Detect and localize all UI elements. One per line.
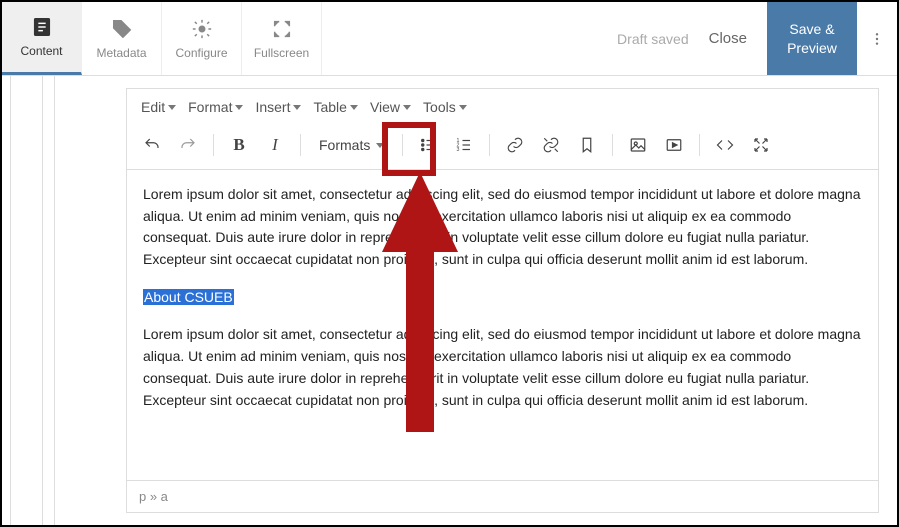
undo-icon [143, 136, 161, 154]
bold-button[interactable]: B [224, 131, 254, 159]
bullet-list-button[interactable] [413, 131, 443, 159]
caret-down-icon [293, 105, 301, 110]
image-button[interactable] [623, 131, 653, 159]
menu-format[interactable]: Format [184, 97, 247, 117]
gutter-line [54, 76, 55, 525]
tab-configure[interactable]: Configure [162, 2, 242, 75]
number-list-button[interactable]: 123 [449, 131, 479, 159]
editor-statusbar[interactable]: p » a [127, 480, 878, 512]
caret-down-icon [350, 105, 358, 110]
caret-down-icon [376, 143, 384, 148]
tab-content-label: Content [20, 44, 62, 58]
link-icon [506, 136, 524, 154]
save-preview-button[interactable]: Save & Preview [767, 2, 857, 75]
caret-down-icon [168, 105, 176, 110]
anchor-button[interactable] [572, 131, 602, 159]
gear-icon [191, 18, 213, 40]
separator [699, 134, 700, 156]
separator [489, 134, 490, 156]
top-toolbar: Content Metadata Configure Fullscreen Dr… [2, 2, 897, 76]
separator [402, 134, 403, 156]
unlink-icon [542, 136, 560, 154]
tab-content[interactable]: Content [2, 2, 82, 75]
editor-panel: Edit Format Insert Table View Tools B I … [126, 88, 879, 513]
expand-button[interactable] [746, 131, 776, 159]
source-code-button[interactable] [710, 131, 740, 159]
bookmark-icon [578, 136, 596, 154]
link-button[interactable] [500, 131, 530, 159]
caret-down-icon [403, 105, 411, 110]
italic-button[interactable]: I [260, 131, 290, 159]
tag-icon [111, 18, 133, 40]
formats-dropdown[interactable]: Formats [311, 137, 392, 153]
tab-configure-label: Configure [175, 46, 227, 60]
svg-text:3: 3 [457, 147, 460, 153]
editor-toolbar: B I Formats 123 [127, 125, 878, 170]
close-button[interactable]: Close [709, 30, 747, 47]
caret-down-icon [235, 105, 243, 110]
number-list-icon: 123 [455, 136, 473, 154]
media-button[interactable] [659, 131, 689, 159]
fullscreen-icon [271, 18, 293, 40]
separator [213, 134, 214, 156]
separator [300, 134, 301, 156]
expand-icon [752, 136, 770, 154]
redo-icon [179, 136, 197, 154]
unlink-button[interactable] [536, 131, 566, 159]
draft-status: Draft saved [617, 31, 689, 47]
selected-link[interactable]: About CSUEB [143, 289, 234, 305]
paragraph: Lorem ipsum dolor sit amet, consectetur … [143, 184, 862, 271]
more-menu-button[interactable] [857, 2, 897, 75]
gutter-line [10, 76, 11, 525]
separator [612, 134, 613, 156]
bullet-list-icon [419, 136, 437, 154]
caret-down-icon [459, 105, 467, 110]
menu-insert[interactable]: Insert [251, 97, 305, 117]
tab-metadata[interactable]: Metadata [82, 2, 162, 75]
undo-button[interactable] [137, 131, 167, 159]
menu-view[interactable]: View [366, 97, 415, 117]
tab-fullscreen-label: Fullscreen [254, 46, 309, 60]
app-frame: Content Metadata Configure Fullscreen Dr… [0, 0, 899, 527]
workspace: Edit Format Insert Table View Tools B I … [2, 76, 897, 525]
paragraph: About CSUEB [143, 287, 862, 309]
menu-table[interactable]: Table [309, 97, 361, 117]
media-icon [665, 136, 683, 154]
more-vert-icon [869, 31, 885, 47]
menu-tools[interactable]: Tools [419, 97, 471, 117]
content-icon [31, 16, 53, 38]
tab-fullscreen[interactable]: Fullscreen [242, 2, 322, 75]
code-icon [716, 136, 734, 154]
tab-metadata-label: Metadata [96, 46, 146, 60]
paragraph: Lorem ipsum dolor sit amet, consectetur … [143, 324, 862, 411]
editor-content[interactable]: Lorem ipsum dolor sit amet, consectetur … [127, 170, 878, 480]
editor-menubar: Edit Format Insert Table View Tools [127, 89, 878, 125]
redo-button[interactable] [173, 131, 203, 159]
gutter-line [42, 76, 43, 525]
image-icon [629, 136, 647, 154]
menu-edit[interactable]: Edit [137, 97, 180, 117]
